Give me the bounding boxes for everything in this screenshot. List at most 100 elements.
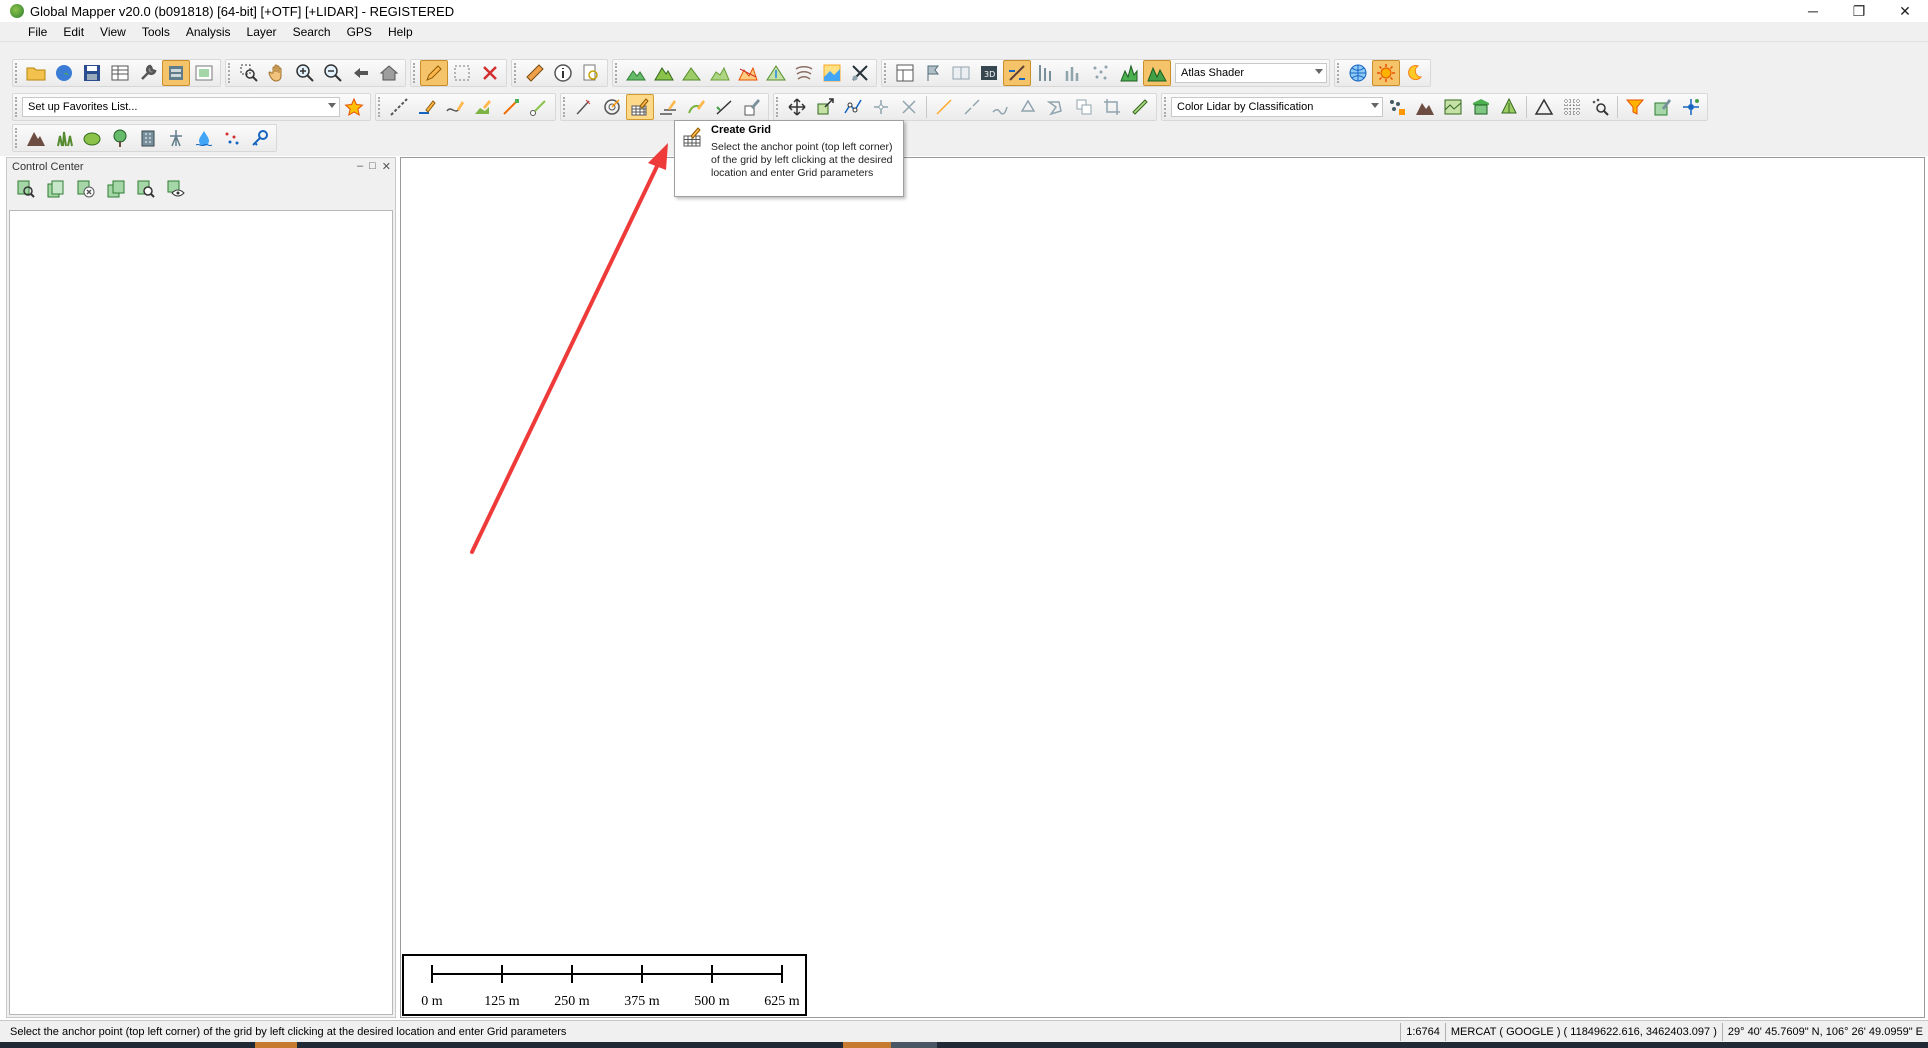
overlay-control-icon[interactable] (162, 60, 190, 86)
lidar-network-icon[interactable] (1677, 94, 1705, 120)
tree-feature-icon[interactable] (106, 125, 134, 151)
tower-feature-icon[interactable] (162, 125, 190, 151)
globe-data-icon[interactable] (50, 60, 78, 86)
save-icon[interactable] (78, 60, 106, 86)
elevation-bars-icon[interactable] (1059, 60, 1087, 86)
chart-peaks-icon[interactable] (1115, 60, 1143, 86)
zoom-in-icon[interactable] (291, 60, 319, 86)
lidar-filter-icon[interactable] (1383, 94, 1411, 120)
shape-edit-icon[interactable] (682, 94, 710, 120)
menu-edit[interactable]: Edit (55, 25, 92, 39)
split-line-icon[interactable] (958, 94, 986, 120)
lidar-filter-funnel-icon[interactable] (1621, 94, 1649, 120)
trace-icon[interactable] (570, 94, 598, 120)
volume-icon[interactable] (678, 60, 706, 86)
moon-icon[interactable] (1400, 60, 1428, 86)
taskbar-app-1[interactable] (255, 1042, 297, 1048)
digitizer-pencil-icon[interactable] (420, 60, 448, 86)
panel-maximize-button[interactable]: □ (369, 160, 376, 173)
menu-gps[interactable]: GPS (339, 25, 380, 39)
watershed-icon[interactable] (762, 60, 790, 86)
metadata-icon[interactable] (11, 176, 41, 202)
config-wrench-icon[interactable] (134, 60, 162, 86)
close-button[interactable]: ✕ (1882, 0, 1928, 22)
vertex-edit-icon[interactable] (839, 94, 867, 120)
view-shed-icon[interactable] (706, 60, 734, 86)
menu-analysis[interactable]: Analysis (178, 25, 239, 39)
panel-minimize-button[interactable]: – (357, 160, 363, 173)
info-icon[interactable] (549, 60, 577, 86)
globe-online-icon[interactable] (1344, 60, 1372, 86)
layer-copy-icon[interactable] (101, 176, 131, 202)
lidar-tree-icon[interactable] (1495, 94, 1523, 120)
pan-hand-icon[interactable] (263, 60, 291, 86)
raster-calc-icon[interactable] (818, 60, 846, 86)
lidar-terrain-icon[interactable] (1411, 94, 1439, 120)
menu-file[interactable]: File (20, 25, 55, 39)
visibility-eye-icon[interactable] (161, 176, 191, 202)
edit-vertex-icon[interactable] (738, 94, 766, 120)
menu-help[interactable]: Help (380, 25, 421, 39)
create-line-icon[interactable] (385, 94, 413, 120)
point-cloud-grid-icon[interactable] (1558, 94, 1586, 120)
measure-ruler-icon[interactable] (521, 60, 549, 86)
menu-tools[interactable]: Tools (134, 25, 178, 39)
open-folder-icon[interactable] (22, 60, 50, 86)
elevation-icon[interactable] (650, 60, 678, 86)
triangle-icon[interactable] (1530, 94, 1558, 120)
lidar-edit-icon[interactable] (1649, 94, 1677, 120)
shrub-feature-icon[interactable] (78, 125, 106, 151)
menu-view[interactable]: View (92, 25, 134, 39)
draw-line-icon[interactable] (413, 94, 441, 120)
move-arrows-icon[interactable] (783, 94, 811, 120)
restore-button[interactable]: ❐ (1836, 0, 1882, 22)
delete-x-icon[interactable] (476, 60, 504, 86)
curve-line-icon[interactable] (441, 94, 469, 120)
measure-tape-icon[interactable] (1126, 94, 1154, 120)
sun-shade-icon[interactable] (1372, 60, 1400, 86)
crop-icon[interactable] (1098, 94, 1126, 120)
diagonal-line-icon[interactable] (497, 94, 525, 120)
green-area-icon[interactable] (469, 94, 497, 120)
back-arrow-icon[interactable] (347, 60, 375, 86)
connect-line-icon[interactable] (930, 94, 958, 120)
search-info-icon[interactable] (577, 60, 605, 86)
zoom-box-icon[interactable] (235, 60, 263, 86)
flag-icon[interactable] (919, 60, 947, 86)
split-view-icon[interactable] (947, 60, 975, 86)
rotate-feature-icon[interactable] (1014, 94, 1042, 120)
offset-line-icon[interactable] (654, 94, 682, 120)
range-ring-icon[interactable] (598, 94, 626, 120)
layout-icon[interactable] (190, 60, 218, 86)
map-canvas[interactable] (400, 157, 1925, 1018)
path-profile-icon[interactable] (734, 60, 762, 86)
taskbar-app-2[interactable] (843, 1042, 891, 1048)
menu-layer[interactable]: Layer (239, 25, 285, 39)
panel-close-button[interactable]: ✕ (382, 160, 391, 173)
select-box-icon[interactable] (448, 60, 476, 86)
contour-icon[interactable] (790, 60, 818, 86)
zoom-out-icon[interactable] (319, 60, 347, 86)
layer-options-icon[interactable] (41, 176, 71, 202)
move-vertex-icon[interactable] (867, 94, 895, 120)
grass-feature-icon[interactable] (50, 125, 78, 151)
lidar-points-icon[interactable] (1087, 60, 1115, 86)
lidar-classify-icon[interactable] (1439, 94, 1467, 120)
favorites-select[interactable]: Set up Favorites List... (22, 97, 340, 117)
taskbar-app-3[interactable] (891, 1042, 937, 1048)
shader-mountains-icon[interactable] (1143, 60, 1171, 86)
water-feature-icon[interactable] (190, 125, 218, 151)
key-search-icon[interactable] (246, 125, 274, 151)
node-line-icon[interactable] (525, 94, 553, 120)
3d-profile-icon[interactable] (1003, 60, 1031, 86)
close-layer-icon[interactable] (71, 176, 101, 202)
delete-vertex-icon[interactable] (895, 94, 923, 120)
scale-feature-icon[interactable] (811, 94, 839, 120)
vertical-measure-icon[interactable] (1031, 60, 1059, 86)
menu-search[interactable]: Search (285, 25, 339, 39)
building-feature-icon[interactable] (134, 125, 162, 151)
noise-points-icon[interactable] (218, 125, 246, 151)
lidar-select[interactable]: Color Lidar by Classification (1171, 97, 1383, 117)
mountain-feature-icon[interactable] (22, 125, 50, 151)
reshape-icon[interactable] (1042, 94, 1070, 120)
